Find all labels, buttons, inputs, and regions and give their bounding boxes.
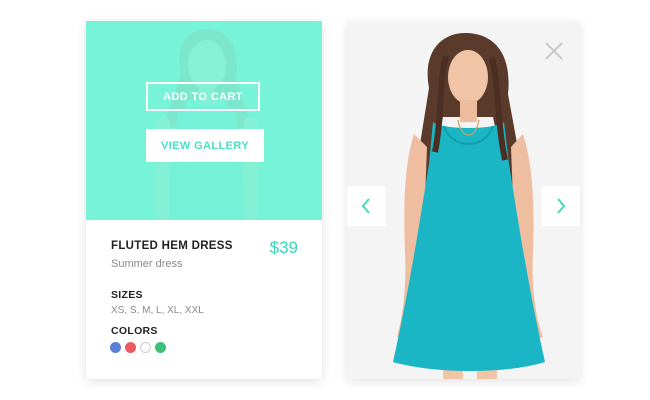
chevron-right-icon — [557, 198, 566, 214]
color-swatch-blue[interactable] — [110, 342, 121, 353]
view-gallery-button[interactable]: VIEW GALLERY — [146, 129, 264, 162]
product-title: FLUTED HEM DRESS — [111, 240, 233, 252]
color-swatches — [110, 342, 166, 353]
close-button[interactable] — [543, 40, 565, 62]
close-icon — [545, 42, 563, 60]
hover-overlay — [86, 21, 322, 220]
add-to-cart-button[interactable]: ADD TO CART — [146, 82, 260, 111]
gallery-next-button[interactable] — [542, 186, 580, 226]
sizes-label: SIZES — [111, 289, 143, 301]
product-info: FLUTED HEM DRESS Summer dress $39 SIZES … — [86, 220, 322, 379]
color-swatch-white[interactable] — [140, 342, 151, 353]
product-price: $39 — [269, 238, 298, 257]
color-swatch-green[interactable] — [155, 342, 166, 353]
colors-label: COLORS — [111, 325, 158, 337]
gallery-panel — [347, 22, 580, 379]
product-subtitle: Summer dress — [111, 258, 183, 270]
product-card: ADD TO CART VIEW GALLERY FLUTED HEM DRES… — [86, 21, 322, 379]
stage: ADD TO CART VIEW GALLERY FLUTED HEM DRES… — [0, 0, 650, 400]
chevron-left-icon — [361, 198, 370, 214]
gallery-prev-button[interactable] — [347, 186, 385, 226]
color-swatch-red[interactable] — [125, 342, 136, 353]
product-image-area: ADD TO CART VIEW GALLERY — [86, 21, 322, 220]
sizes-value: XS, S, M, L, XL, XXL — [111, 305, 204, 316]
